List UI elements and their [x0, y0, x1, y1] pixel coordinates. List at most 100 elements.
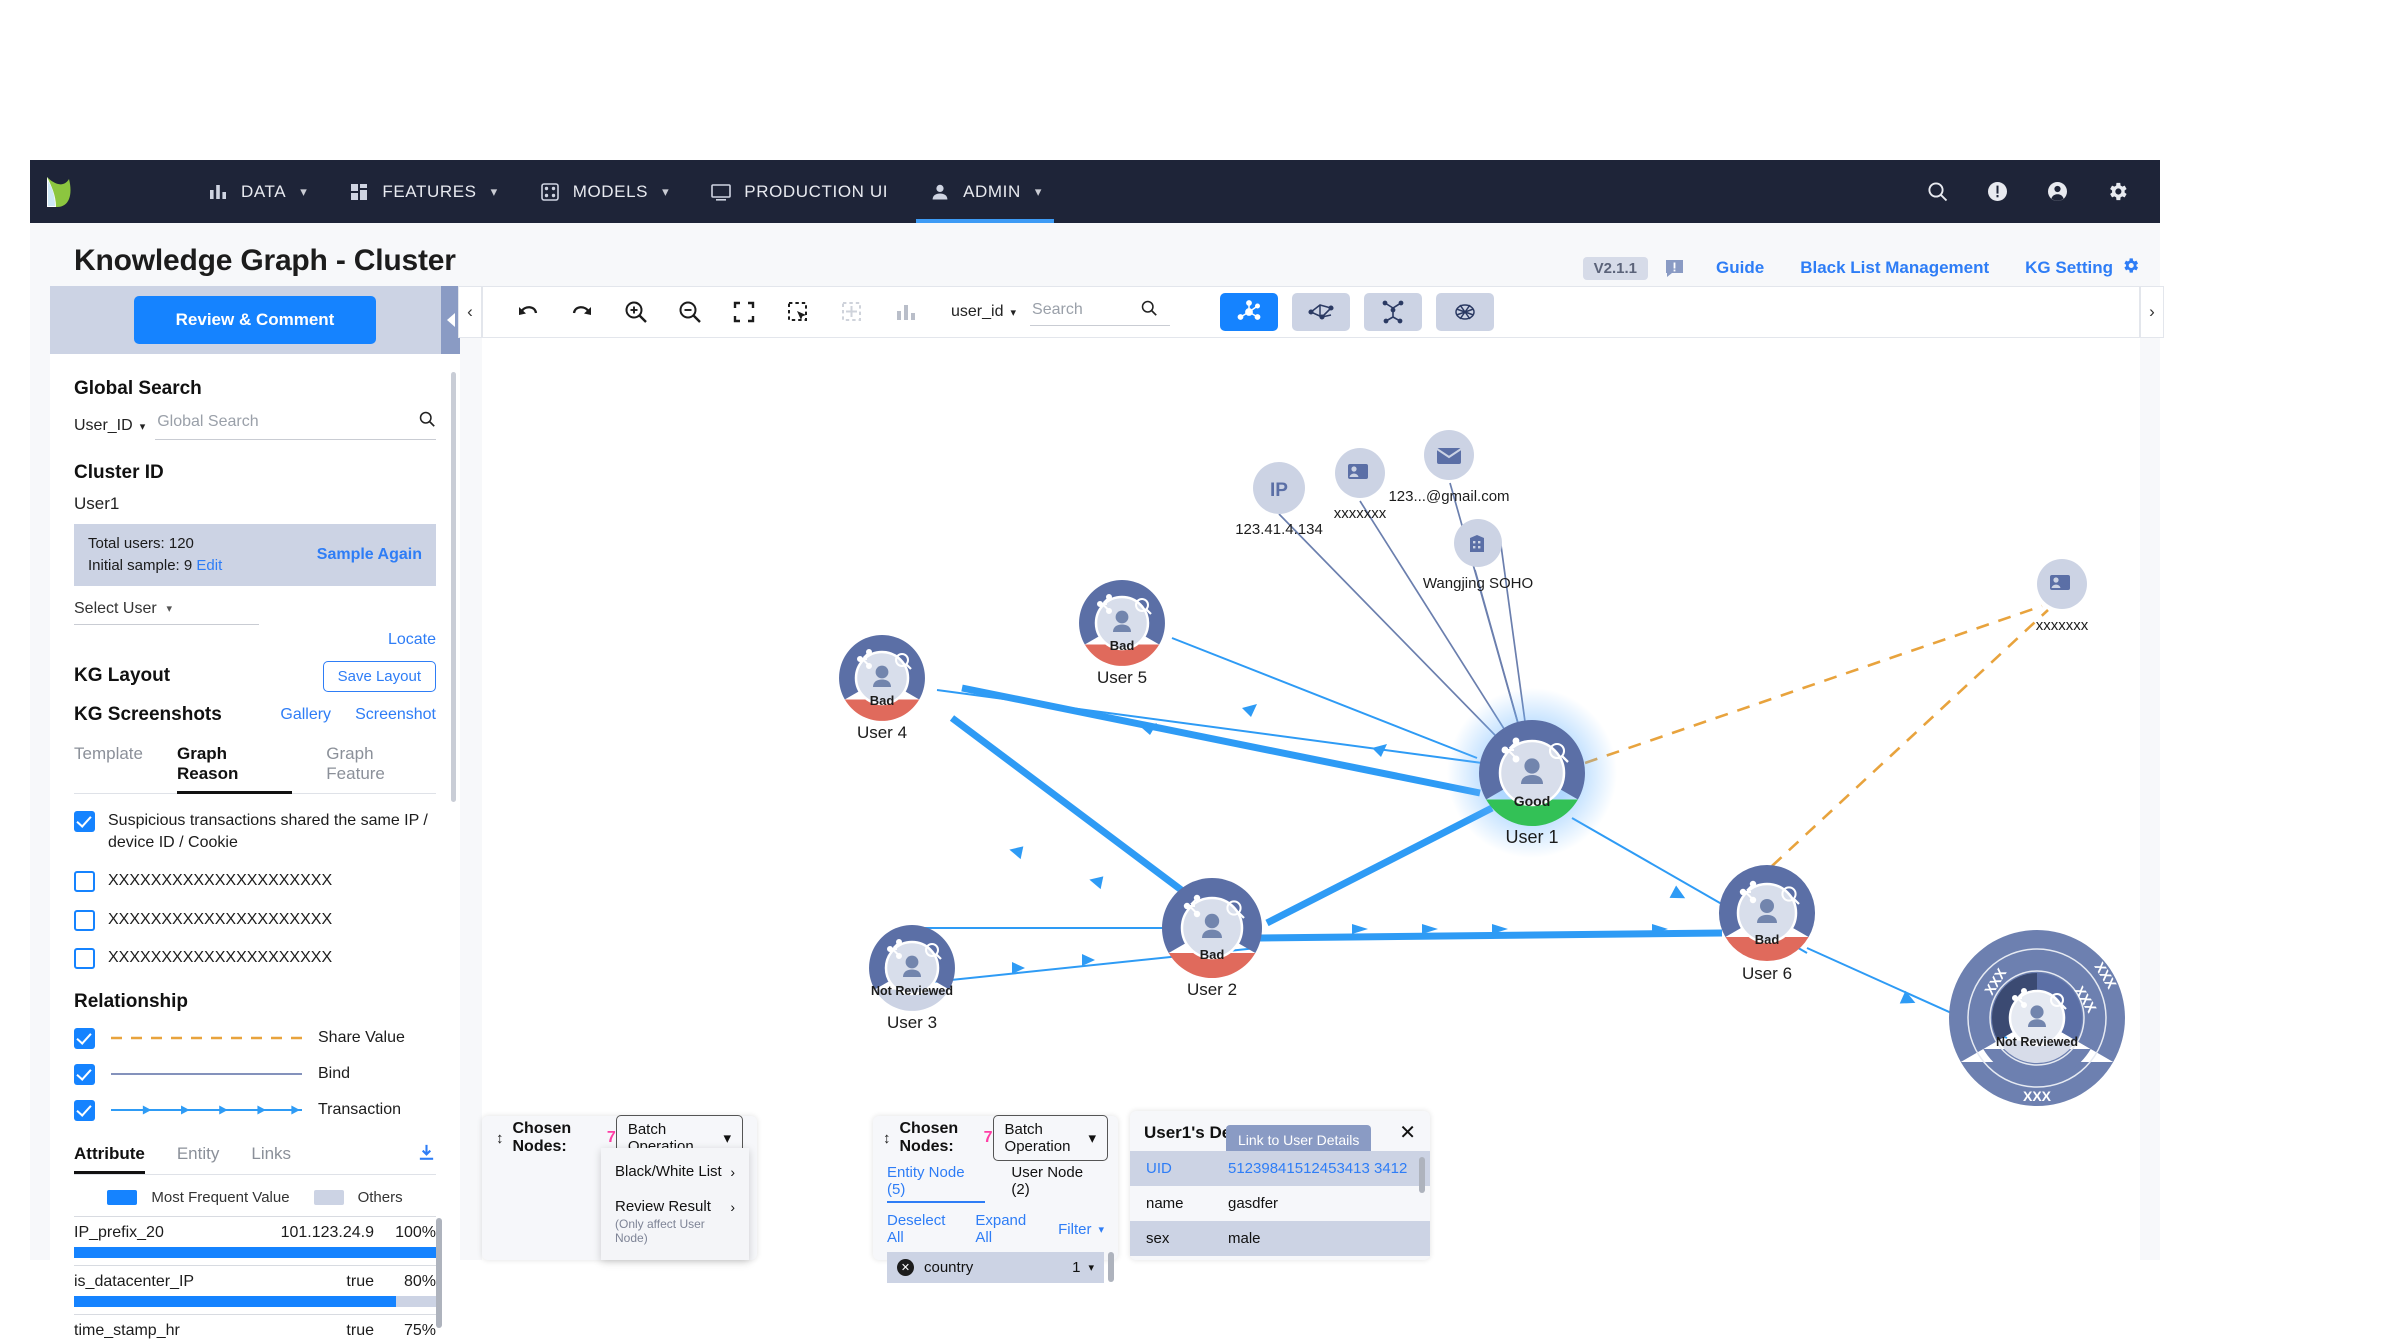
reason-item[interactable]: Suspicious transactions shared the same …: [74, 810, 436, 855]
nav-item-models[interactable]: MODELS ▾: [518, 160, 690, 223]
nav-item-admin[interactable]: ADMIN ▾: [908, 160, 1062, 223]
search-icon[interactable]: [1140, 299, 1158, 322]
user-node-user5[interactable]: Bad User 5: [1079, 580, 1165, 687]
nav-item-production-ui[interactable]: PRODUCTION UI: [689, 160, 908, 223]
checkbox-checked[interactable]: [74, 1100, 95, 1122]
entity-node-email[interactable]: 123...@gmail.com: [1388, 430, 1510, 505]
entity-node-company[interactable]: Wangjing SOHO: [1423, 519, 1533, 592]
detail-value[interactable]: 51239841512453413 3412: [1228, 1160, 1414, 1177]
global-search-input[interactable]: [155, 411, 418, 432]
user-node-user6[interactable]: Bad User 6: [1718, 865, 1816, 983]
checkbox-unchecked[interactable]: [74, 909, 95, 931]
close-icon[interactable]: ✕: [897, 1259, 914, 1276]
gear-icon[interactable]: [2104, 179, 2130, 205]
user-node-user3[interactable]: Not Reviewed User 3: [869, 925, 955, 1032]
deselect-all-link[interactable]: Deselect All: [887, 1212, 945, 1246]
checkbox-checked[interactable]: [74, 1064, 95, 1086]
attribute-pct: 100%: [395, 1224, 436, 1242]
tab-entity[interactable]: Entity: [177, 1144, 220, 1173]
download-icon[interactable]: [417, 1143, 436, 1174]
tab-user-node[interactable]: User Node (2): [1011, 1164, 1104, 1203]
global-search-field-select[interactable]: User_ID ▾: [74, 417, 145, 440]
chip-list-scrollbar[interactable]: [1108, 1252, 1114, 1282]
edit-link[interactable]: Edit: [196, 557, 222, 574]
reason-item[interactable]: XXXXXXXXXXXXXXXXXXXXX: [74, 947, 436, 970]
entity-chip-country[interactable]: ✕ country 1 ▾: [887, 1252, 1114, 1283]
search-field-select[interactable]: user_id ▾: [951, 303, 1016, 321]
radial-layout-icon[interactable]: [1292, 293, 1351, 331]
alert-circle-icon[interactable]: [1984, 179, 2010, 205]
attribute-row[interactable]: IP_prefix_20 101.123.24.9 100%: [74, 1216, 436, 1259]
user-node-user1[interactable]: Good User 1: [1447, 688, 1617, 858]
nav-item-data[interactable]: DATA ▾: [186, 160, 327, 223]
reason-item[interactable]: XXXXXXXXXXXXXXXXXXXXX: [74, 870, 436, 893]
filter-dropdown[interactable]: Filter ▾: [1058, 1221, 1104, 1238]
entity-node-ip[interactable]: IP 123.41.4.134: [1235, 462, 1323, 538]
chevron-right-icon[interactable]: ›: [2140, 286, 2164, 338]
checkbox-checked[interactable]: [74, 1028, 95, 1050]
detail-row-uid[interactable]: UID 51239841512453413 3412: [1130, 1151, 1430, 1186]
redo-icon[interactable]: [555, 286, 609, 338]
expand-collapse-icon[interactable]: ↕: [496, 1131, 504, 1146]
entity-chip-count[interactable]: 1 ▾: [1072, 1259, 1094, 1276]
locate-link[interactable]: Locate: [74, 631, 436, 649]
circular-layout-icon[interactable]: [1436, 293, 1495, 331]
tab-entity-node[interactable]: Entity Node (5): [887, 1164, 986, 1203]
tab-attribute[interactable]: Attribute: [74, 1144, 145, 1175]
user-node-user7[interactable]: Not Reviewed XXX XXX XXX XXX: [1949, 930, 2125, 1106]
select-user-dropdown[interactable]: Select User ▾: [74, 600, 259, 625]
close-icon[interactable]: ✕: [1399, 1123, 1416, 1143]
zoom-in-icon[interactable]: [609, 286, 663, 338]
bar-chart-icon[interactable]: [879, 286, 933, 338]
zoom-out-icon[interactable]: [663, 286, 717, 338]
nav-item-features[interactable]: FEATURES ▾: [327, 160, 517, 223]
account-circle-icon[interactable]: [2044, 179, 2070, 205]
search-icon[interactable]: [418, 410, 436, 433]
attribute-row[interactable]: time_stamp_hr true 75%: [74, 1314, 436, 1340]
gallery-link[interactable]: Gallery: [280, 706, 331, 724]
guide-link[interactable]: Guide: [1716, 258, 1764, 278]
sample-again-button[interactable]: Sample Again: [317, 546, 422, 564]
fit-screen-icon[interactable]: [717, 286, 771, 338]
attribute-table-scrollbar[interactable]: [436, 1218, 442, 1329]
leaf-logo-icon[interactable]: [30, 160, 86, 223]
sidebar-scrollbar[interactable]: [451, 372, 456, 802]
move-select-icon[interactable]: [825, 286, 879, 338]
tab-template[interactable]: Template: [74, 744, 143, 793]
checkbox-unchecked[interactable]: [74, 871, 95, 893]
tab-links[interactable]: Links: [251, 1144, 291, 1173]
relationship-item-bind[interactable]: Bind: [74, 1063, 436, 1086]
review-and-comment-button[interactable]: Review & Comment: [133, 296, 377, 344]
user-node-user4[interactable]: Bad User 4: [839, 635, 925, 742]
entity-node-contact1[interactable]: xxxxxxx: [1334, 448, 1387, 522]
black-list-management-link[interactable]: Black List Management: [1800, 258, 1989, 278]
menu-item-review-result[interactable]: Review Result ›: [601, 1189, 749, 1217]
feedback-icon[interactable]: [1664, 257, 1686, 279]
entity-node-contact2[interactable]: xxxxxxx: [2036, 559, 2089, 634]
menu-item-black-white-list[interactable]: Black/White List ›: [601, 1154, 749, 1189]
user-node-user2[interactable]: Bad User 2: [1162, 878, 1262, 999]
reason-item[interactable]: XXXXXXXXXXXXXXXXXXXXX: [74, 909, 436, 931]
batch-operation-dropdown[interactable]: Batch Operation ▾: [992, 1115, 1108, 1161]
expand-all-link[interactable]: Expand All: [975, 1212, 1028, 1246]
graph-search-input[interactable]: [1030, 300, 1141, 320]
relationship-item-transaction[interactable]: Transaction: [74, 1099, 436, 1122]
save-layout-button[interactable]: Save Layout: [322, 660, 436, 692]
tab-graph-reason[interactable]: Graph Reason: [176, 744, 293, 794]
undo-icon[interactable]: [501, 286, 555, 338]
checkbox-unchecked[interactable]: [74, 948, 95, 970]
attribute-row[interactable]: is_datacenter_IP true 80%: [74, 1265, 436, 1308]
tree-layout-icon[interactable]: [1364, 293, 1423, 331]
detail-scrollbar[interactable]: [1419, 1157, 1425, 1193]
checkbox-checked[interactable]: [74, 810, 95, 832]
screenshot-link[interactable]: Screenshot: [355, 706, 436, 724]
tab-graph-feature[interactable]: Graph Feature: [326, 744, 436, 793]
kg-setting-link[interactable]: KG Setting: [2025, 256, 2140, 280]
search-icon[interactable]: [1924, 179, 1950, 205]
relationship-item-share-value[interactable]: Share Value: [74, 1027, 436, 1050]
chevron-left-icon[interactable]: ‹: [458, 286, 482, 338]
expand-collapse-icon[interactable]: ↕: [883, 1131, 891, 1146]
force-layout-icon[interactable]: [1220, 293, 1279, 331]
box-select-icon[interactable]: [771, 286, 825, 338]
attribute-row-head: time_stamp_hr true 75%: [74, 1322, 436, 1340]
